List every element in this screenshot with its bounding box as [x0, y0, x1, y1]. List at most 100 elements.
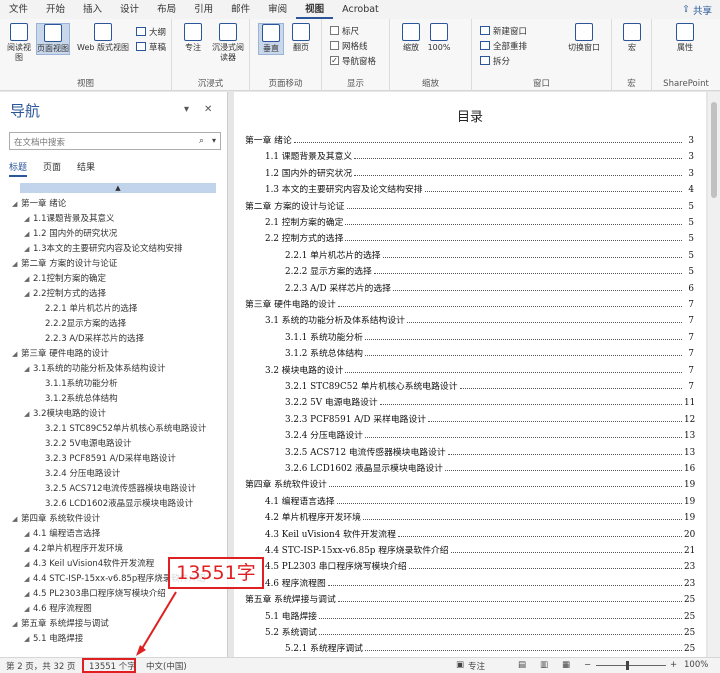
zoom-in-icon[interactable]: + [670, 660, 677, 670]
toc-entry[interactable]: 3.2.4 分压电路设计 13 [285, 425, 695, 441]
toc-entry[interactable]: 第五章 系统焊接与调试 25 [245, 589, 695, 605]
chevron-down-icon[interactable]: ▾ [212, 136, 216, 145]
search-icon[interactable]: ⌕ [199, 136, 204, 146]
nav-heading-item[interactable]: ◢ 2.1控制方案的确定 [24, 272, 106, 287]
share-button[interactable]: ⇪ 共享 [678, 2, 716, 17]
focus-mode-button[interactable]: 专注 [468, 660, 485, 672]
tab-acrobat[interactable]: Acrobat [333, 0, 388, 19]
zoom-slider[interactable] [596, 665, 666, 666]
collapse-triangle-icon[interactable]: ◢ [24, 602, 33, 617]
collapse-triangle-icon[interactable]: ◢ [24, 542, 33, 557]
collapse-triangle-icon[interactable]: ◢ [24, 212, 33, 227]
toc-entry[interactable]: 4.6 程序流程图 23 [265, 573, 695, 589]
tab-layout[interactable]: 布局 [148, 0, 185, 19]
pane-options-icon[interactable]: ▾ [184, 104, 189, 115]
tab-home[interactable]: 开始 [37, 0, 74, 19]
nav-heading-item[interactable]: 3.2.6 LCD1602液晶显示模块电路设计 [36, 497, 193, 512]
collapse-triangle-icon[interactable]: ◢ [24, 557, 33, 572]
switch-windows-button[interactable]: 切换窗口 [562, 23, 606, 53]
tab-references[interactable]: 引用 [185, 0, 222, 19]
toc-entry[interactable]: 3.2.2 5V 电源电路设计 11 [285, 392, 695, 408]
vertical-scrollbar[interactable] [708, 92, 720, 657]
collapse-triangle-icon[interactable]: ◢ [24, 227, 33, 242]
web-layout-icon[interactable]: ▦ [562, 660, 570, 670]
toc-entry[interactable]: 2.2.2 显示方案的选择 5 [285, 261, 694, 277]
toc-entry[interactable]: 2.1 控制方案的确定 5 [265, 212, 694, 228]
tab-mailings[interactable]: 邮件 [222, 0, 259, 19]
collapse-triangle-icon[interactable]: ◢ [24, 632, 33, 647]
print-layout-button[interactable]: 页面视图 [36, 23, 70, 55]
nav-heading-item[interactable]: ◢ 1.2 国内外的研究状况 [24, 227, 117, 242]
collapse-triangle-icon[interactable]: ◢ [24, 362, 33, 377]
zoom-100-button[interactable]: 100% [426, 23, 452, 53]
toc-entry[interactable]: 1.3 本文的主要研究内容及论文结构安排 4 [265, 179, 694, 195]
zoom-button[interactable]: 缩放 [398, 23, 424, 53]
gridlines-checkbox[interactable]: 网格线 [330, 39, 368, 52]
nav-heading-item[interactable]: ◢ 4.3 Keil uVision4软件开发流程 [24, 557, 154, 572]
nav-heading-item[interactable]: ◢ 3.2模块电路的设计 [24, 407, 106, 422]
close-icon[interactable]: ✕ [204, 104, 212, 115]
collapse-triangle-icon[interactable]: ◢ [12, 617, 21, 632]
nav-heading-item[interactable]: 3.2.4 分压电路设计 [36, 467, 120, 482]
focus-icon[interactable]: ▣ [456, 660, 464, 670]
nav-heading-item[interactable]: 3.2.1 STC89C52单片机核心系统电路设计 [36, 422, 206, 437]
toc-entry[interactable]: 5.1 电路焊接 25 [265, 606, 695, 622]
toc-entry[interactable]: 3.2 模块电路的设计 7 [265, 360, 694, 376]
nav-heading-item[interactable]: 2.2.3 A/D采样芯片的选择 [36, 332, 144, 347]
read-mode-button[interactable]: 阅读视图 [6, 23, 32, 63]
ruler-checkbox[interactable]: 标尺 [330, 24, 359, 37]
side-to-side-button[interactable]: 翻页 [288, 23, 314, 53]
tab-file[interactable]: 文件 [0, 0, 37, 19]
toc-entry[interactable]: 2.2.1 单片机芯片的选择 5 [285, 245, 694, 261]
tab-review[interactable]: 审阅 [259, 0, 296, 19]
nav-heading-item[interactable]: ◢ 1.1课题背景及其意义 [24, 212, 115, 227]
collapse-triangle-icon[interactable]: ◢ [12, 347, 21, 362]
nav-heading-item[interactable]: 3.1.2系统总体结构 [36, 392, 118, 407]
word-count[interactable]: 13551 个字 [89, 660, 136, 672]
split-button[interactable]: 拆分 [480, 54, 510, 67]
vertical-button[interactable]: 垂直 [258, 23, 284, 55]
web-layout-button[interactable]: Web 版式视图 [74, 23, 132, 53]
collapse-triangle-icon[interactable]: ◢ [24, 287, 33, 302]
collapse-triangle-icon[interactable]: ◢ [12, 257, 21, 272]
zoom-out-icon[interactable]: − [584, 660, 591, 670]
collapse-triangle-icon[interactable]: ◢ [24, 587, 33, 602]
toc-entry[interactable]: 3.1.2 系统总体结构 7 [285, 343, 694, 359]
nav-heading-item[interactable]: ◢ 3.1系统的功能分析及体系结构设计 [24, 362, 166, 377]
toc-entry[interactable]: 3.2.5 ACS712 电流传感器模块电路设计 13 [285, 442, 695, 458]
collapse-triangle-icon[interactable]: ◢ [12, 197, 21, 212]
tab-headings[interactable]: 标题 [9, 160, 28, 177]
nav-heading-item[interactable]: ◢ 4.6 程序流程图 [24, 602, 92, 617]
draft-button[interactable]: 草稿 [136, 40, 166, 53]
tab-pages[interactable]: 页面 [43, 160, 61, 177]
language-indicator[interactable]: 中文(中国) [146, 660, 187, 672]
toc-entry[interactable]: 3.2.6 LCD1602 液晶显示模块电路设计 16 [285, 458, 695, 474]
toc-entry[interactable]: 5.2 系统调试 25 [265, 622, 695, 638]
new-window-button[interactable]: 新建窗口 [480, 24, 527, 37]
toc-entry[interactable]: 2.2 控制方式的选择 5 [265, 228, 694, 244]
scrollbar-thumb[interactable] [711, 102, 717, 198]
zoom-level[interactable]: 100% [684, 660, 708, 670]
collapse-triangle-icon[interactable]: ◢ [24, 527, 33, 542]
toc-entry[interactable]: 3.1.1 系统功能分析 7 [285, 327, 694, 343]
toc-entry[interactable]: 1.2 国内外的研究状况 3 [265, 163, 694, 179]
tab-results[interactable]: 结果 [77, 160, 95, 177]
nav-heading-item[interactable]: 2.2.2显示方案的选择 [36, 317, 126, 332]
toc-entry[interactable]: 第一章 绪论 3 [245, 130, 694, 146]
tab-design[interactable]: 设计 [111, 0, 148, 19]
collapse-headings-bar[interactable]: ▲ [20, 183, 216, 193]
immersive-reader-button[interactable]: 沉浸式阅读器 [210, 23, 246, 63]
toc-entry[interactable]: 4.1 编程语言选择 19 [265, 491, 695, 507]
toc-entry[interactable]: 4.3 Keil uVision4 软件开发流程 20 [265, 524, 695, 540]
nav-heading-item[interactable]: ◢ 4.1 编程语言选择 [24, 527, 100, 542]
nav-heading-item[interactable]: ◢ 1.3本文的主要研究内容及论文结构安排 [24, 242, 183, 257]
collapse-triangle-icon[interactable]: ◢ [24, 407, 33, 422]
toc-entry[interactable]: 4.5 PL2303 串口程序烧写模块介绍 23 [265, 556, 695, 572]
toc-entry[interactable]: 2.2.3 A/D 采样芯片的选择 6 [285, 278, 694, 294]
collapse-triangle-icon[interactable]: ◢ [12, 512, 21, 527]
nav-heading-item[interactable]: ◢ 第四章 系统软件设计 [12, 512, 100, 527]
toc-entry[interactable]: 3.2.3 PCF8591 A/D 采样电路设计 12 [285, 409, 695, 425]
collapse-triangle-icon[interactable]: ◢ [24, 572, 33, 587]
nav-heading-item[interactable]: ◢ 4.2单片机程序开发环境 [24, 542, 123, 557]
outline-button[interactable]: 大纲 [136, 25, 166, 38]
